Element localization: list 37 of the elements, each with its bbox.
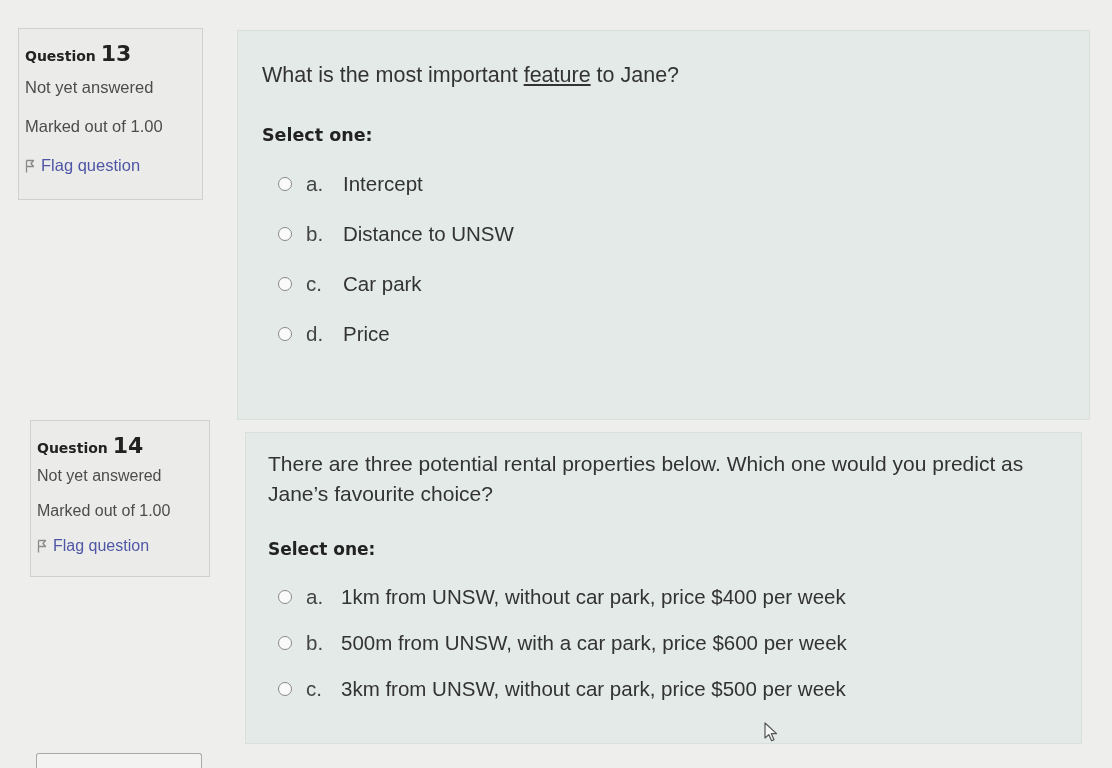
radio-button[interactable] <box>278 590 292 604</box>
option-letter: d. <box>306 322 325 346</box>
flag-question-link[interactable]: Flag question <box>25 156 141 175</box>
radio-button[interactable] <box>278 227 292 241</box>
select-one-label: Select one: <box>262 125 374 145</box>
question-number: Question 13 <box>25 41 132 66</box>
option-text[interactable]: Car park <box>343 272 422 296</box>
radio-button[interactable] <box>278 327 292 341</box>
option-text[interactable]: Intercept <box>343 172 423 196</box>
question-number: Question 14 <box>37 433 144 458</box>
flag-question-link[interactable]: Flag question <box>37 537 150 555</box>
option-letter: b. <box>306 222 325 246</box>
flag-icon <box>25 158 35 173</box>
mouse-pointer-icon <box>764 722 778 742</box>
option-text[interactable]: Price <box>343 322 390 346</box>
radio-button[interactable] <box>278 177 292 191</box>
option-letter: a. <box>306 172 325 196</box>
option-text[interactable]: 3km from UNSW, without car park, price $500 per week <box>341 677 846 701</box>
option-text[interactable]: Distance to UNSW <box>343 222 514 246</box>
marks-text: Marked out of 1.00 <box>25 117 163 136</box>
radio-button[interactable] <box>278 636 292 650</box>
option-text[interactable]: 1km from UNSW, without car park, price $400 per week <box>341 585 846 609</box>
answer-status: Not yet answered <box>37 467 162 485</box>
option-letter: c. <box>306 272 323 296</box>
option-letter: b. <box>306 631 325 655</box>
option-text[interactable]: 500m from UNSW, with a car park, price $600 per week <box>341 631 847 655</box>
radio-button[interactable] <box>278 277 292 291</box>
option-letter: a. <box>306 585 325 609</box>
select-one-label: Select one: <box>268 539 377 559</box>
cut-off-button[interactable] <box>36 753 202 768</box>
answer-status: Not yet answered <box>25 78 154 97</box>
marks-text: Marked out of 1.00 <box>37 502 171 520</box>
flag-icon <box>37 539 47 553</box>
radio-button[interactable] <box>278 682 292 696</box>
option-letter: c. <box>306 677 323 701</box>
question-text: There are three potential rental properties below. Which one would you predict as Jane’s favourite choice? <box>268 451 1025 507</box>
question-text: What is the most important feature to Jane? <box>262 62 681 89</box>
